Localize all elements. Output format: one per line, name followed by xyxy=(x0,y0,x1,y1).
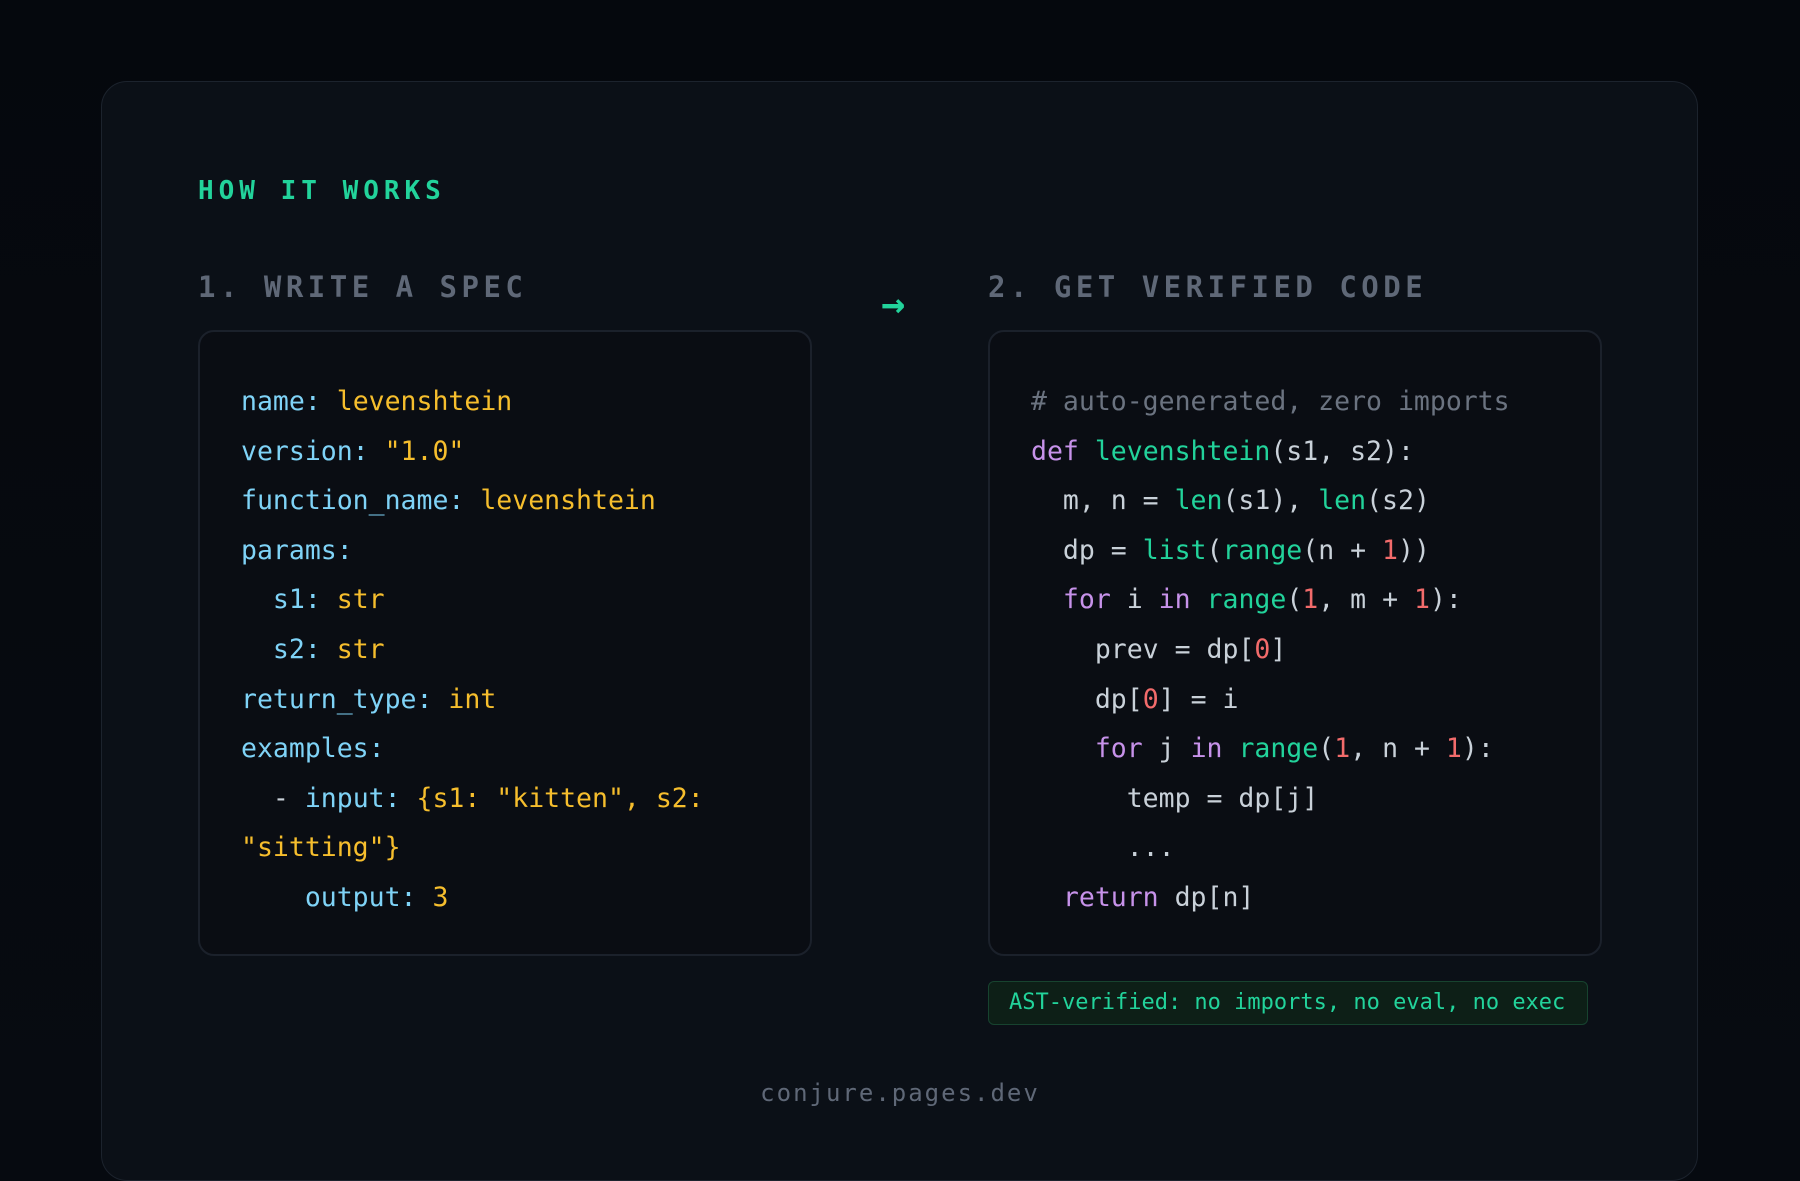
code-token: 0 xyxy=(1142,683,1159,715)
spec-line: function_name: levenshtein xyxy=(241,476,810,526)
code-token: ] = i xyxy=(1158,683,1239,715)
code-line: dp = list(range(n + 1)) xyxy=(1031,526,1600,576)
code-line: prev = dp[0] xyxy=(1031,625,1600,675)
code-token: range xyxy=(1206,584,1287,616)
code-token: dp = xyxy=(1031,534,1143,566)
code-line: ... xyxy=(1031,823,1600,873)
code-token: levenshtein xyxy=(480,485,656,517)
code-token: )) xyxy=(1398,534,1430,566)
spec-line: s2: str xyxy=(241,625,810,675)
step-2-title: 2. GET VERIFIED CODE xyxy=(988,270,1428,304)
code-line: # auto-generated, zero imports xyxy=(1031,377,1600,427)
code-token: int xyxy=(448,683,497,715)
code-token: i xyxy=(1126,584,1159,616)
code-token: {s1: "kitten", s2: xyxy=(416,782,704,814)
code-token: , n + xyxy=(1350,733,1446,765)
code-line: m, n = len(s1), len(s2) xyxy=(1031,476,1600,526)
code-token: 1 xyxy=(1302,584,1319,616)
code-token: return_type: xyxy=(241,683,449,715)
code-token: version: xyxy=(241,435,385,467)
code-token: list xyxy=(1142,534,1207,566)
code-token: s1: xyxy=(241,584,337,616)
code-token: dp[ xyxy=(1031,683,1143,715)
code-token: function_name: xyxy=(241,485,481,517)
spec-line: s1: str xyxy=(241,575,810,625)
code-token: "1.0" xyxy=(384,435,465,467)
code-token: 1 xyxy=(1382,534,1399,566)
code-token: 1 xyxy=(1334,733,1351,765)
code-token: examples: xyxy=(241,733,385,765)
code-token: str xyxy=(336,584,385,616)
code-token: ( xyxy=(1318,733,1335,765)
footer-link[interactable]: conjure.pages.dev xyxy=(0,1079,1800,1107)
step-1-title: 1. WRITE A SPEC xyxy=(198,270,528,304)
spec-line: - input: {s1: "kitten", s2: xyxy=(241,774,810,824)
code-token: range xyxy=(1222,534,1303,566)
code-token: return xyxy=(1031,881,1175,913)
code-line: for i in range(1, m + 1): xyxy=(1031,575,1600,625)
code-line: dp[0] = i xyxy=(1031,675,1600,725)
code-token: ): xyxy=(1429,584,1462,616)
code-token: 0 xyxy=(1254,633,1271,665)
code-token: for xyxy=(1031,733,1159,765)
code-token: (s2) xyxy=(1366,485,1430,517)
code-token: prev = dp[ xyxy=(1031,633,1255,665)
verification-badge: AST-verified: no imports, no eval, no ex… xyxy=(988,981,1588,1025)
code-token: 3 xyxy=(432,881,449,913)
code-token: temp = dp[j] xyxy=(1031,782,1319,814)
code-token: ] xyxy=(1270,633,1287,665)
code-token: j xyxy=(1158,733,1191,765)
code-token: input: xyxy=(304,782,417,814)
section-label: HOW IT WORKS xyxy=(198,176,446,206)
code-token: def xyxy=(1031,435,1095,467)
code-line: return dp[n] xyxy=(1031,873,1600,923)
code-token: (n + xyxy=(1302,534,1383,566)
code-token: s2: xyxy=(241,633,337,665)
code-token: ( xyxy=(1206,534,1223,566)
spec-code-block: name: levenshtein version: "1.0" function_… xyxy=(198,330,812,956)
code-token: (s1), xyxy=(1222,485,1319,517)
code-token: levenshtein xyxy=(336,386,513,417)
code-token: levenshtein xyxy=(1094,435,1271,467)
code-token: params: xyxy=(241,534,353,566)
spec-line: examples: xyxy=(241,724,810,774)
code-token: # auto-generated, zero imports xyxy=(1031,386,1510,417)
code-token: output: xyxy=(241,881,433,913)
spec-line: params: xyxy=(241,526,810,576)
code-token: name: xyxy=(241,386,337,417)
code-token: in xyxy=(1158,584,1207,616)
code-token: (s1, s2): xyxy=(1270,435,1414,467)
spec-line: name: levenshtein xyxy=(241,377,810,427)
code-token: ( xyxy=(1286,584,1303,616)
spec-line: "sitting"} xyxy=(241,823,810,873)
code-token: str xyxy=(336,633,385,665)
code-token: ): xyxy=(1461,733,1494,765)
code-token: dp[n] xyxy=(1174,881,1255,913)
code-token: , m + xyxy=(1318,584,1414,616)
arrow-right-icon: → xyxy=(881,281,906,327)
code-token: len xyxy=(1174,485,1223,517)
spec-line: output: 3 xyxy=(241,873,810,923)
code-token: range xyxy=(1238,733,1319,765)
code-token: 1 xyxy=(1445,733,1462,765)
code-token: m, n = xyxy=(1031,485,1175,517)
code-line: def levenshtein(s1, s2): xyxy=(1031,427,1600,477)
code-line: temp = dp[j] xyxy=(1031,774,1600,824)
spec-line: version: "1.0" xyxy=(241,427,810,477)
code-line: for j in range(1, n + 1): xyxy=(1031,724,1600,774)
code-token: for xyxy=(1031,584,1127,616)
code-token: ... xyxy=(1031,832,1175,864)
code-token: 1 xyxy=(1413,584,1430,616)
code-token: len xyxy=(1318,485,1367,517)
generated-code-block: # auto-generated, zero imports def levens… xyxy=(988,330,1602,956)
code-token: - xyxy=(241,782,305,814)
code-token: in xyxy=(1190,733,1239,765)
spec-line: return_type: int xyxy=(241,675,810,725)
code-token: "sitting"} xyxy=(241,832,401,864)
